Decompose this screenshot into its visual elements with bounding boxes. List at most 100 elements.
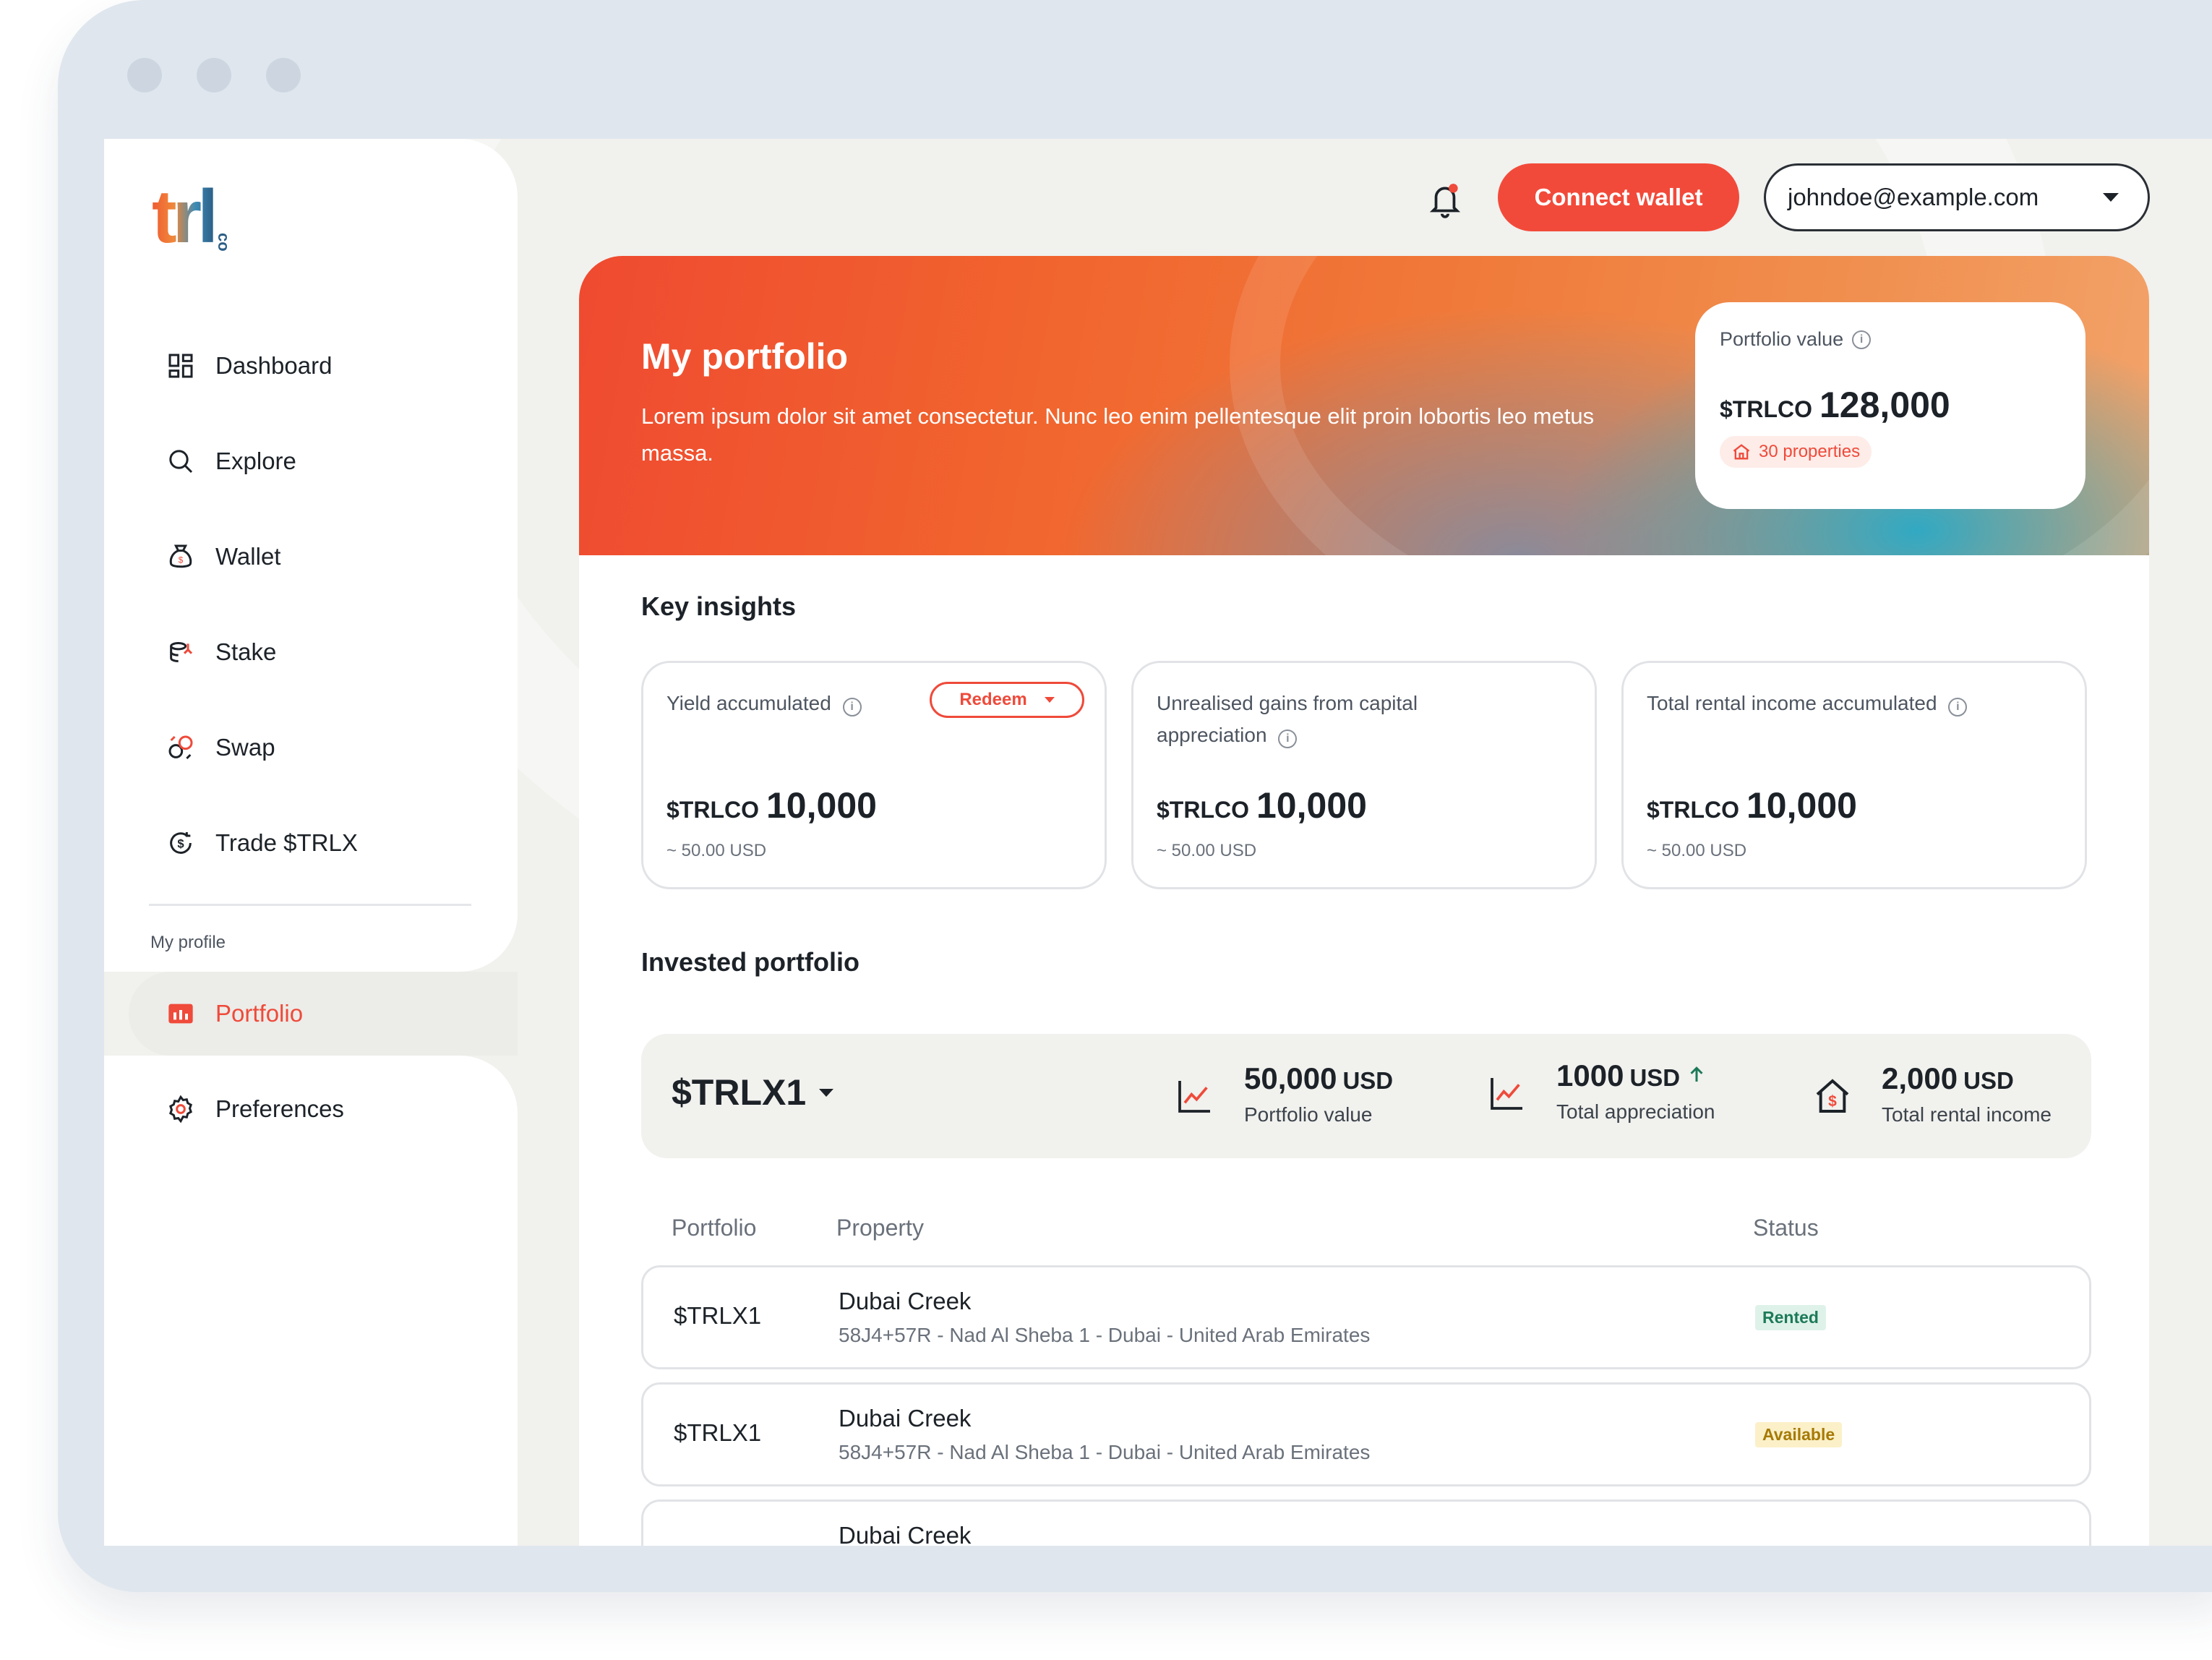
house-dollar-icon: $ (1816, 1079, 1849, 1113)
currency-label: $TRLCO (1647, 797, 1739, 823)
properties-badge: 30 properties (1720, 436, 1872, 468)
stat-label: Portfolio value (1244, 1103, 1373, 1126)
stat-portfolio-value: 50,000 USD Portfolio value (1175, 1061, 1393, 1126)
sidebar-item-label: Portfolio (215, 1000, 304, 1027)
stat-value: 1000 (1556, 1058, 1624, 1092)
account-email: johndoe@example.com (1788, 184, 2039, 210)
properties-count: 30 properties (1759, 442, 1861, 461)
bar-chart-icon (165, 998, 197, 1030)
table-row[interactable]: $TRLX1 Dubai Creek 58J4+57R - Nad Al She… (641, 1382, 2091, 1486)
sidebar-item-preferences[interactable]: Preferences (165, 1087, 344, 1131)
row-property-name: Dubai Creek (839, 1522, 972, 1546)
currency-label: $TRLCO (1720, 396, 1812, 422)
stat-total-appreciation: 1000 USD Total appreciation (1487, 1058, 1715, 1124)
sidebar-divider (149, 904, 471, 906)
insight-usd-equivalent: ~ 50.00 USD (666, 841, 767, 860)
sidebar-item-label: Wallet (215, 543, 281, 570)
row-property-address: 58J4+57R - Nad Al Sheba 1 - Dubai - Unit… (839, 1441, 1371, 1463)
sidebar-item-dashboard[interactable]: Dashboard (165, 344, 332, 388)
sidebar-item-explore[interactable]: Explore (165, 440, 296, 483)
info-icon[interactable]: i (1278, 730, 1298, 748)
stat-value: 2,000 (1882, 1061, 1958, 1095)
info-icon[interactable]: i (1852, 330, 1872, 349)
insight-usd-equivalent: ~ 50.00 USD (1157, 841, 1257, 860)
portfolio-value-card: Portfolio value i $TRLCO 128,000 30 prop… (1695, 302, 2085, 509)
line-chart-icon (1491, 1078, 1522, 1110)
stat-label: Total rental income (1882, 1103, 2052, 1126)
account-dropdown[interactable]: johndoe@example.com (1764, 163, 2150, 231)
sidebar-item-swap[interactable]: Swap (165, 726, 275, 769)
sidebar-item-label: Dashboard (215, 352, 333, 379)
insight-card-rental-income: Total rental income accumulated i $TRLCO… (1621, 661, 2087, 889)
search-icon (165, 445, 197, 477)
connect-wallet-button[interactable]: Connect wallet (1498, 163, 1739, 231)
logo[interactable]: trl co (152, 175, 233, 259)
redeem-button[interactable]: Redeem (930, 682, 1084, 718)
currency-label: $TRLCO (1157, 797, 1249, 823)
info-icon[interactable]: i (1948, 698, 1968, 716)
swap-icon (165, 732, 197, 763)
chevron-down-icon (1044, 697, 1055, 703)
sidebar-item-label: Swap (215, 734, 275, 761)
page-description: Lorem ipsum dolor sit amet consectetur. … (641, 403, 1595, 466)
svg-text:$: $ (179, 555, 184, 565)
main-content: My portfolio Lorem ipsum dolor sit amet … (579, 256, 2149, 1546)
gear-icon (165, 1093, 197, 1125)
money-bag-icon: $ (165, 541, 197, 573)
house-icon (1733, 444, 1750, 460)
token-name: $TRLX1 (672, 1072, 807, 1113)
grid-icon (165, 350, 197, 382)
insight-amount: 10,000 (766, 785, 877, 826)
status-badge: Available (1755, 1422, 1843, 1447)
token-selector[interactable]: $TRLX1 (672, 1071, 834, 1113)
svg-text:$: $ (177, 837, 184, 851)
trade-icon: $ (165, 827, 197, 859)
insight-card-yield: Yield accumulated i Redeem $TRLCO 10,000… (641, 661, 1107, 889)
arrow-up-icon (1690, 1066, 1703, 1082)
profile-section-header: My profile (150, 933, 226, 952)
window-dot (127, 58, 162, 93)
insight-usd-equivalent: ~ 50.00 USD (1647, 841, 1747, 860)
insight-card-unrealised-gains: Unrealised gains from capital appreciati… (1131, 661, 1597, 889)
sidebar-item-portfolio[interactable]: Portfolio (165, 992, 303, 1035)
redeem-label: Redeem (959, 690, 1027, 709)
portfolio-value: $TRLCO 128,000 (1720, 384, 2061, 426)
chevron-down-icon (2103, 193, 2119, 202)
stat-unit: USD (1342, 1067, 1394, 1094)
sidebar-item-label: Explore (215, 448, 296, 474)
stat-total-rental-income: $ 2,000 USD Total rental income (1812, 1061, 2052, 1126)
stat-unit: USD (1963, 1067, 2014, 1094)
insight-label-text: Yield accumulated (666, 692, 831, 714)
app-viewport: trl co Dashboard Explore $ Wallet Stake … (104, 139, 2212, 1546)
currency-label: $TRLCO (666, 797, 759, 823)
portfolio-summary-bar: $TRLX1 50,000 USD Portfolio value 1000 US… (641, 1034, 2091, 1158)
sidebar-item-wallet[interactable]: $ Wallet (165, 535, 280, 578)
page-title: My portfolio (641, 336, 849, 377)
sidebar-item-stake[interactable]: Stake (165, 630, 276, 674)
column-header-property: Property (836, 1215, 924, 1241)
row-property-address: 58J4+57R - Nad Al Sheba 1 - Dubai - Unit… (839, 1324, 1371, 1346)
insight-value: $TRLCO 10,000 (1157, 784, 1367, 826)
column-header-portfolio: Portfolio (672, 1215, 757, 1241)
row-portfolio: $TRLX1 (674, 1419, 762, 1446)
line-chart-icon (1178, 1081, 1210, 1113)
portfolio-value-label-text: Portfolio value (1720, 328, 1844, 350)
insight-value: $TRLCO 10,000 (1647, 784, 1857, 826)
svg-text:$: $ (1828, 1093, 1837, 1110)
logo-text: trl (152, 175, 218, 259)
insight-value: $TRLCO 10,000 (666, 784, 877, 826)
stat-label: Total appreciation (1556, 1100, 1715, 1123)
info-icon[interactable]: i (842, 698, 862, 716)
portfolio-hero: My portfolio Lorem ipsum dolor sit amet … (579, 256, 2149, 690)
insight-amount: 10,000 (1256, 785, 1367, 826)
window-dot (266, 58, 301, 93)
row-property-name: Dubai Creek (839, 1405, 972, 1432)
row-portfolio: $TRLX1 (674, 1302, 762, 1329)
table-row[interactable]: $TRLX1 Dubai Creek 58J4+57R - Nad Al She… (641, 1265, 2091, 1369)
logo-suffix: co (215, 233, 233, 252)
window-dot (197, 58, 231, 93)
sidebar: trl co Dashboard Explore $ Wallet Stake … (104, 139, 518, 1546)
sidebar-item-trade[interactable]: $ Trade $TRLX (165, 821, 358, 865)
notification-bell-icon[interactable] (1420, 175, 1470, 226)
table-row[interactable]: Dubai Creek (641, 1499, 2091, 1546)
